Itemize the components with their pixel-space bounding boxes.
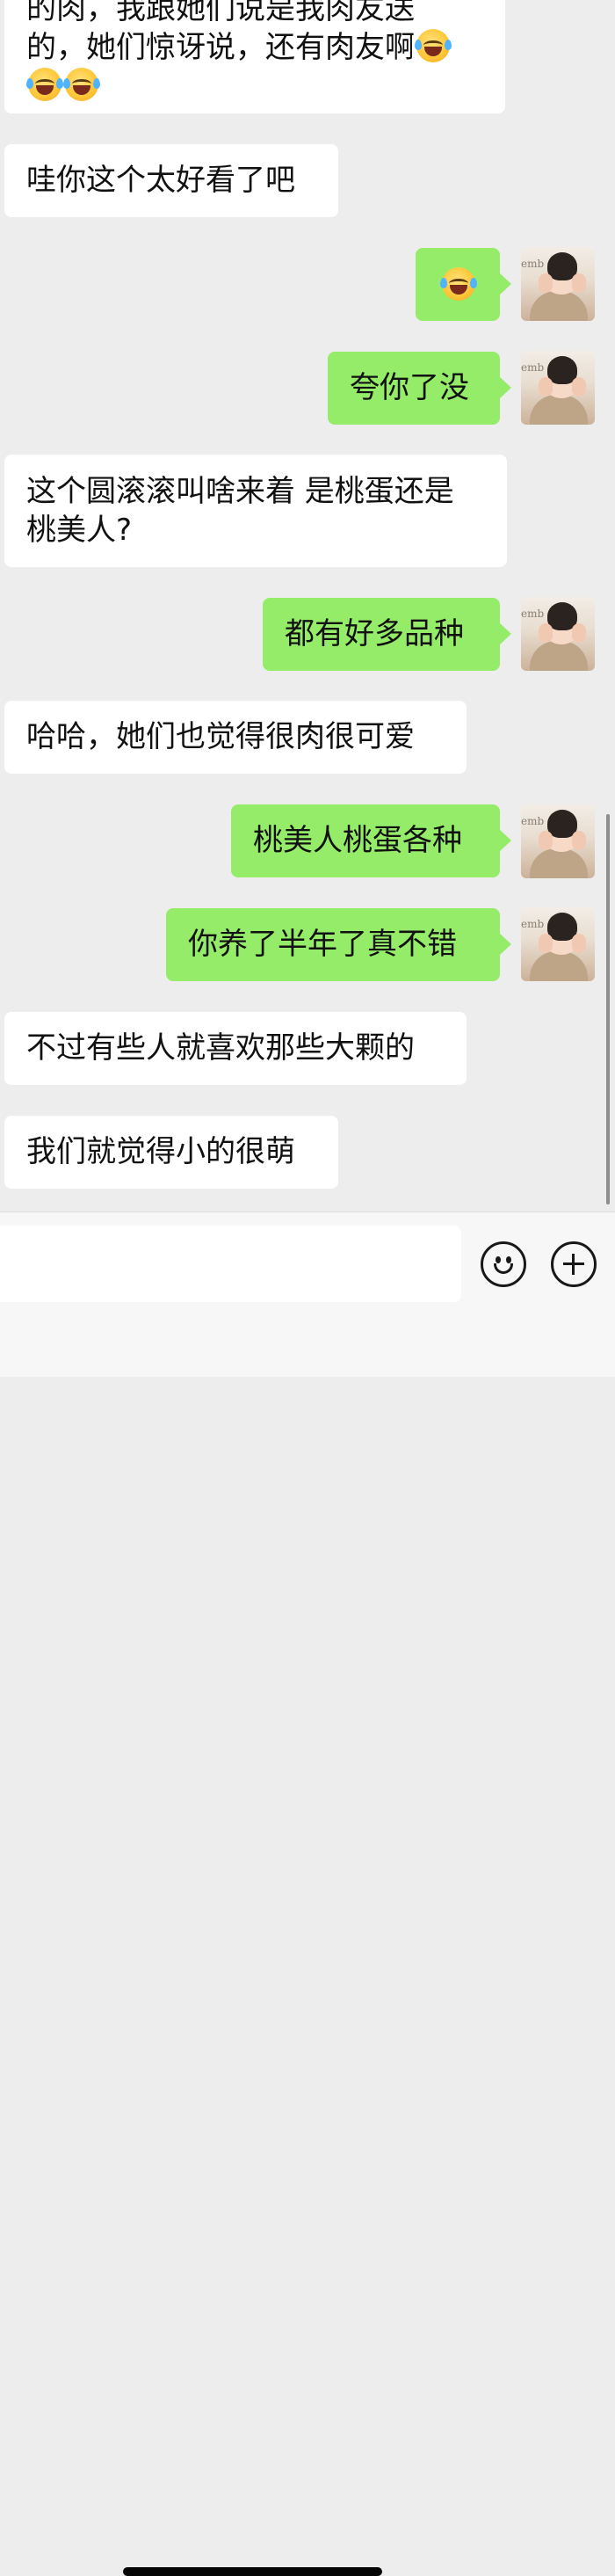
chat-history[interactable]: 的肉，我跟她们说是我肉友送 的，她们惊讶说，还有肉友啊 哇你这个太好看了吧 em… (0, 0, 615, 1212)
message-bubble-right[interactable] (416, 248, 511, 321)
message-bubble-right[interactable]: 都有好多品种 (263, 598, 511, 671)
message-line: 这个圆滚滚叫啥来着 是桃蛋还是 (26, 474, 454, 509)
message-text: 哇你这个太好看了吧 (26, 163, 295, 198)
laughing-emoji-icon (63, 68, 100, 101)
avatar[interactable]: emb (521, 597, 595, 671)
message-text: 桃美人桃蛋各种 (253, 823, 462, 858)
message-line: 的肉，我跟她们说是我肉友送 (26, 0, 415, 26)
message-line: 桃美人? (26, 513, 133, 548)
avatar[interactable]: emb (521, 804, 595, 878)
message-text: 这个圆滚滚叫啥来着 是桃蛋还是 桃美人? (26, 472, 489, 549)
message-bubble-left[interactable]: 的肉，我跟她们说是我肉友送 的，她们惊讶说，还有肉友啊 (4, 0, 505, 113)
avatar-watermark: emb (521, 608, 545, 620)
home-indicator[interactable] (123, 2567, 382, 2576)
avatar-watermark: emb (521, 815, 545, 827)
emoji-button[interactable] (481, 1241, 526, 1287)
message-text: 哈哈，她们也觉得很肉很可爱 (26, 719, 415, 754)
message-input[interactable] (0, 1226, 461, 1302)
message-bubble-right[interactable]: 夸你了没 (328, 352, 511, 425)
laughing-emoji-icon (26, 68, 63, 101)
input-bar (0, 1212, 615, 2576)
message-bubble-right[interactable]: 桃美人桃蛋各种 (231, 804, 511, 877)
message-text: 都有好多品种 (285, 616, 464, 651)
avatar[interactable]: emb (521, 351, 595, 425)
chat-scrollbar[interactable] (606, 814, 610, 1204)
avatar-watermark: emb (521, 361, 545, 374)
message-text: 你养了半年了真不错 (188, 927, 457, 962)
more-button[interactable] (551, 1241, 597, 1287)
message-bubble-left[interactable]: 哈哈，她们也觉得很肉很可爱 (4, 701, 467, 774)
message-text: 我们就觉得小的很萌 (26, 1134, 295, 1169)
message-text: 的肉，我跟她们说是我肉友送 的，她们惊讶说，还有肉友啊 (26, 0, 488, 106)
avatar-watermark: emb (521, 918, 545, 930)
message-line: 的，她们惊讶说，还有肉友啊 (26, 30, 415, 65)
avatar[interactable]: emb (521, 907, 595, 981)
message-text: 夸你了没 (350, 370, 469, 405)
message-bubble-left[interactable]: 不过有些人就喜欢那些大颗的 (4, 1012, 467, 1085)
laughing-emoji-icon (440, 267, 477, 301)
avatar[interactable]: emb (521, 247, 595, 321)
message-bubble-left[interactable]: 哇你这个太好看了吧 (4, 144, 338, 217)
message-text: 不过有些人就喜欢那些大颗的 (26, 1030, 415, 1066)
laughing-emoji-icon (415, 29, 452, 62)
avatar-watermark: emb (521, 258, 545, 270)
message-bubble-left[interactable]: 这个圆滚滚叫啥来着 是桃蛋还是 桃美人? (4, 455, 507, 567)
message-bubble-left[interactable]: 我们就觉得小的很萌 (4, 1116, 338, 1189)
message-bubble-right[interactable]: 你养了半年了真不错 (166, 908, 511, 981)
